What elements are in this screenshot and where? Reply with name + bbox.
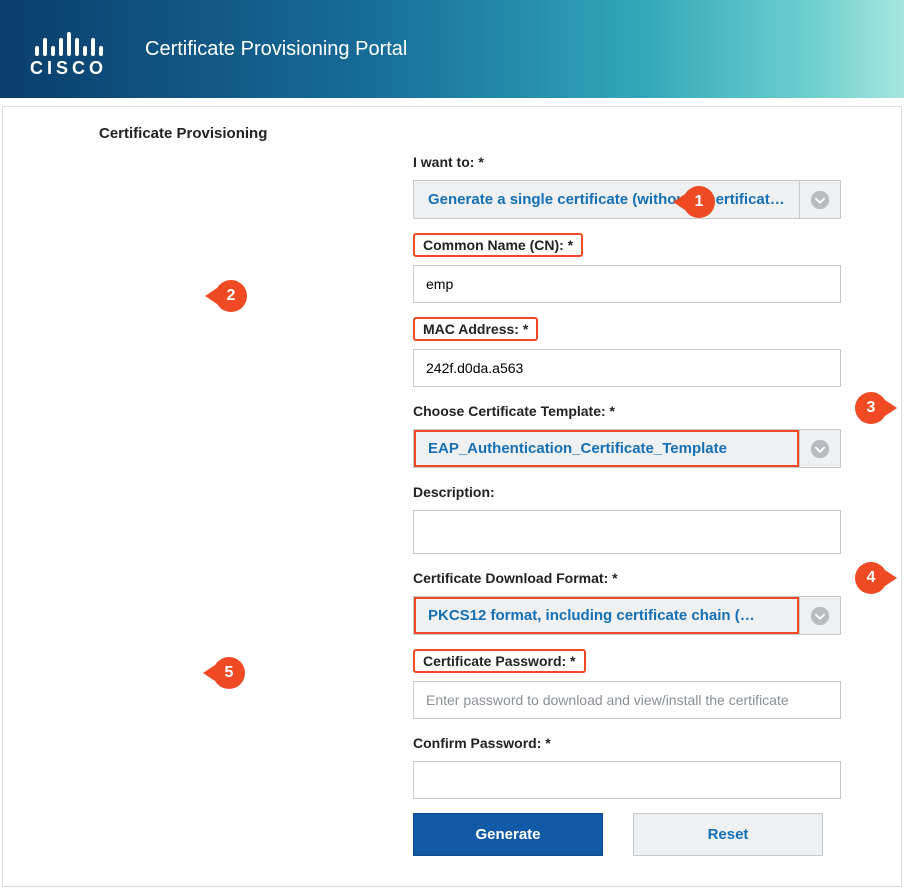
- page-title: Certificate Provisioning Portal: [145, 38, 407, 61]
- app-header: CISCO Certificate Provisioning Portal: [0, 0, 904, 98]
- reset-button[interactable]: Reset: [633, 813, 823, 856]
- field-i-want-to: I want to: * Generate a single certifica…: [413, 152, 841, 219]
- callout-4: 4: [855, 562, 887, 594]
- chevron-down-icon[interactable]: [799, 180, 841, 219]
- callout-1: 1: [683, 186, 715, 218]
- input-common-name[interactable]: [413, 265, 841, 303]
- callout-3: 3: [855, 392, 887, 424]
- label-download-format: Certificate Download Format: *: [413, 568, 624, 588]
- generate-button[interactable]: Generate: [413, 813, 603, 856]
- field-common-name: Common Name (CN): *: [413, 233, 841, 303]
- field-cert-password: Certificate Password: * i: [413, 649, 841, 719]
- label-template: Choose Certificate Template: *: [413, 401, 621, 421]
- field-mac-address: MAC Address: *: [413, 317, 841, 387]
- dropdown-template-value: EAP_Authentication_Certificate_Template: [413, 429, 799, 468]
- section-title: Certificate Provisioning: [3, 107, 901, 152]
- label-cert-password: Certificate Password: *: [413, 649, 586, 673]
- input-confirm-password[interactable]: [413, 761, 841, 799]
- field-confirm-password: Confirm Password: *: [413, 733, 841, 799]
- label-description: Description:: [413, 482, 501, 502]
- content-panel: Certificate Provisioning 1 2 3 4 5 I wan…: [2, 106, 902, 887]
- dropdown-template[interactable]: EAP_Authentication_Certificate_Template: [413, 429, 841, 468]
- dropdown-download-format-value: PKCS12 format, including certificate cha…: [413, 596, 799, 635]
- cisco-logo-bars: [35, 28, 103, 56]
- label-common-name: Common Name (CN): *: [413, 233, 583, 257]
- form-area: 1 2 3 4 5 I want to: * Generate a single…: [3, 152, 901, 886]
- callout-2: 2: [215, 280, 247, 312]
- input-description[interactable]: [413, 510, 841, 554]
- dropdown-i-want-to-value: Generate a single certificate (without a…: [413, 180, 799, 219]
- label-i-want-to: I want to: *: [413, 152, 490, 172]
- label-confirm-password: Confirm Password: *: [413, 733, 557, 753]
- chevron-down-icon[interactable]: [799, 429, 841, 468]
- field-download-format: Certificate Download Format: * PKCS12 fo…: [413, 568, 841, 635]
- cisco-logo-text: CISCO: [30, 58, 107, 79]
- input-mac-address[interactable]: [413, 349, 841, 387]
- callout-5: 5: [213, 657, 245, 689]
- label-mac-address: MAC Address: *: [413, 317, 538, 341]
- button-row: Generate Reset: [413, 813, 841, 856]
- field-template: Choose Certificate Template: * EAP_Authe…: [413, 401, 841, 468]
- dropdown-i-want-to[interactable]: Generate a single certificate (without a…: [413, 180, 841, 219]
- input-cert-password[interactable]: [413, 681, 841, 719]
- cisco-logo: CISCO: [30, 28, 107, 79]
- chevron-down-icon[interactable]: [799, 596, 841, 635]
- field-description: Description:: [413, 482, 841, 554]
- dropdown-download-format[interactable]: PKCS12 format, including certificate cha…: [413, 596, 841, 635]
